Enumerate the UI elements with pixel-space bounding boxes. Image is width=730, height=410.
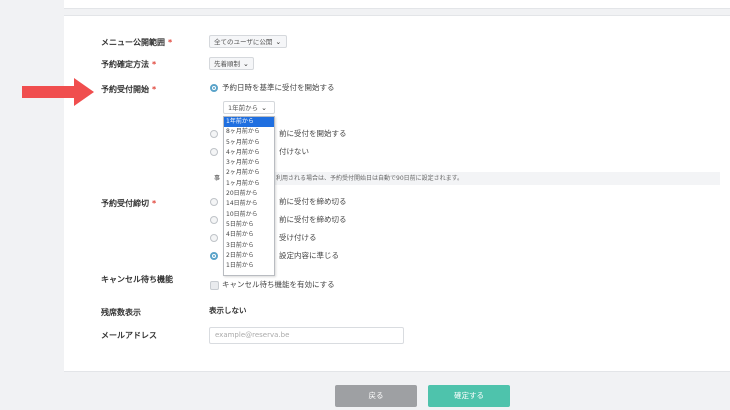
start-period-dropdown: 1年前から 8ヶ月前から 5ヶ月前から 4ヶ月前から 3ヶ月前から 2ヶ月前から… (223, 116, 275, 276)
confirm-button[interactable]: 確定する (428, 385, 510, 407)
start-note: 利用される場合は、予約受付開始日は自動で90日前に設定されます。 (270, 172, 720, 185)
dropdown-option[interactable]: 1日前から (224, 261, 274, 271)
dropdown-option[interactable]: 4ヶ月前から (224, 148, 274, 158)
dropdown-option[interactable]: 4日前から (224, 230, 274, 240)
end-option-2-label: 前に受付を締め切る (279, 215, 347, 224)
dropdown-option[interactable]: 2日前から (224, 251, 274, 261)
start-option-3-label: 付けない (279, 147, 309, 156)
form-card (64, 15, 730, 372)
dropdown-option[interactable]: 3日前から (224, 241, 274, 251)
dropdown-option[interactable]: 1ヶ月前から (224, 179, 274, 189)
dropdown-option[interactable]: 5ヶ月前から (224, 138, 274, 148)
start-period-select[interactable]: 1年前から ⌄ (223, 101, 275, 114)
end-radio-3[interactable] (210, 234, 218, 242)
confirm-method-label: 予約確定方法 * (101, 60, 157, 69)
start-radio-2[interactable] (210, 130, 218, 138)
waitlist-label: キャンセル待ち機能 (101, 275, 173, 284)
start-option-1-label: 予約日時を基準に受付を開始する (222, 83, 335, 92)
end-label: 予約受付締切 * (101, 199, 157, 208)
pointer-arrow-icon (22, 78, 94, 106)
end-radio-4[interactable] (210, 252, 218, 260)
note-prefix: 事 (214, 175, 221, 182)
start-option-2-label: 前に受付を開始する (279, 129, 347, 138)
email-label: メールアドレス (101, 331, 157, 340)
waitlist-checkbox[interactable] (210, 281, 219, 290)
confirm-method-select[interactable]: 先着順制 ⌄ (209, 57, 254, 70)
dropdown-option[interactable]: 8ヶ月前から (224, 127, 274, 137)
visibility-label: メニュー公開範囲 * (101, 38, 173, 47)
start-radio-3[interactable] (210, 148, 218, 156)
dropdown-option[interactable]: 14日前から (224, 199, 274, 209)
start-label: 予約受付開始 * (101, 85, 157, 94)
dropdown-option[interactable]: 1年前から (224, 117, 274, 128)
end-radio-2[interactable] (210, 216, 218, 224)
end-option-3-label: 受け付ける (279, 233, 317, 242)
chevron-down-icon: ⌄ (275, 38, 282, 46)
start-radio-1[interactable] (210, 84, 218, 92)
end-option-1-label: 前に受付を締め切る (279, 197, 347, 206)
waitlist-checkbox-label: キャンセル待ち機能を有効にする (222, 280, 335, 289)
chevron-down-icon: ⌄ (243, 60, 249, 68)
dropdown-option[interactable]: 20日前から (224, 189, 274, 199)
dropdown-option[interactable]: 2ヶ月前から (224, 168, 274, 178)
dropdown-option[interactable]: 10日前から (224, 210, 274, 220)
visibility-select[interactable]: 全てのユーザに公開 ⌄ (209, 35, 287, 48)
remaining-label: 残席数表示 (101, 308, 141, 317)
end-option-4-label: 設定内容に準じる (279, 251, 339, 260)
back-button[interactable]: 戻る (335, 385, 417, 407)
dropdown-option[interactable]: 3ヶ月前から (224, 158, 274, 168)
end-radio-1[interactable] (210, 198, 218, 206)
chevron-down-icon: ⌄ (261, 104, 268, 112)
previous-section-card (64, 0, 730, 9)
dropdown-option[interactable]: 5日前から (224, 220, 274, 230)
remaining-value: 表示しない (209, 306, 247, 315)
email-input[interactable]: example@reserva.be (209, 327, 404, 344)
